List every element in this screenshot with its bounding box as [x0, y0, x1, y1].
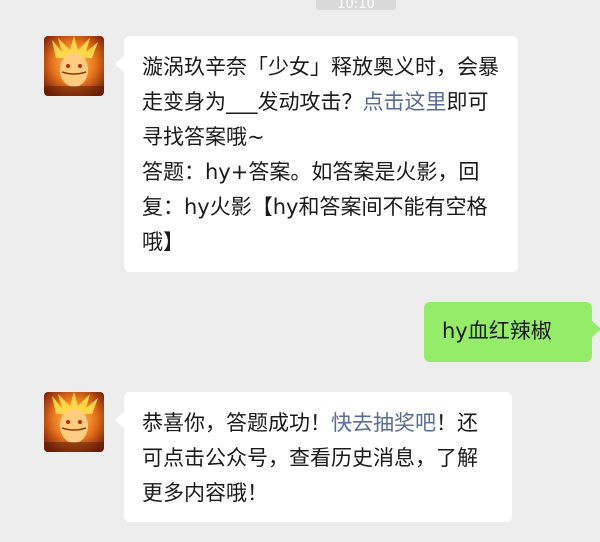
message-bubble-outgoing: hy血红辣椒 — [424, 302, 600, 362]
message-text: 恭喜你，答题成功！ — [142, 411, 331, 435]
timestamp-text: 10:10 — [337, 0, 375, 10]
message-text: 答题：hy+答案。如答案是火影，回复：hy火影【hy和答案间不能有空格哦】 — [142, 160, 488, 254]
naruto-avatar-icon[interactable] — [44, 392, 104, 452]
message-text: hy血红辣椒 — [442, 319, 552, 343]
find-answer-link[interactable]: 点击这里 — [363, 90, 447, 114]
naruto-avatar-icon[interactable] — [44, 36, 104, 96]
message-bubble-incoming: 恭喜你，答题成功！快去抽奖吧！还可点击公众号，查看历史消息，了解更多内容哦！ — [115, 392, 512, 522]
draw-prize-link[interactable]: 快去抽奖吧 — [331, 411, 436, 435]
message-bubble-incoming: 漩涡玖辛奈「少女」释放奥义时，会暴走变身为___发动攻击？点击这里即可寻找答案哦… — [115, 36, 518, 272]
timestamp-pill: 10:10 — [316, 0, 396, 10]
